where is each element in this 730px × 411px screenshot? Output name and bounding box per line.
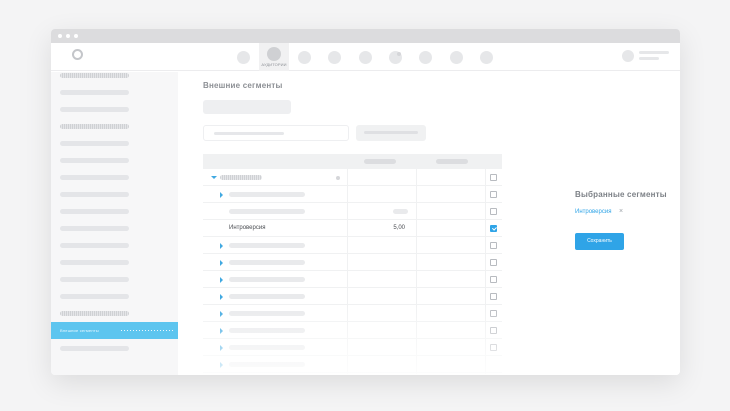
row-checkbox[interactable] (490, 208, 497, 215)
window-minimize-dot[interactable] (66, 34, 70, 38)
expand-icon[interactable] (220, 277, 223, 283)
sidebar-item[interactable] (60, 73, 129, 78)
window-close-dot[interactable] (58, 34, 62, 38)
window-titlebar (51, 29, 680, 43)
table-row[interactable] (203, 271, 502, 288)
sidebar-item[interactable] (60, 124, 129, 129)
sidebar-item[interactable] (60, 260, 129, 265)
sidebar-item[interactable] (60, 107, 129, 112)
expand-icon[interactable] (220, 260, 223, 266)
remove-segment-icon[interactable]: × (619, 208, 623, 215)
table-fade-overlay (203, 304, 502, 374)
search-button[interactable] (356, 125, 426, 141)
selected-segment-chip: Интроверсия (575, 209, 612, 215)
row-checkbox[interactable] (490, 276, 497, 283)
group-label (220, 175, 262, 180)
nav-item-label: АУДИТОРИИ (261, 62, 287, 67)
row-label (229, 260, 305, 265)
expand-icon[interactable] (220, 294, 223, 300)
nav-icon-3[interactable] (298, 51, 311, 64)
row-checkbox[interactable] (490, 293, 497, 300)
sidebar-item-label: Внешние сегменты (60, 328, 99, 333)
table-row[interactable] (203, 186, 502, 203)
nav-icon-8[interactable] (450, 51, 463, 64)
column-header[interactable] (436, 159, 468, 164)
nav-icon-1[interactable] (237, 51, 250, 64)
table-row-selected[interactable]: Интроверсия 5,00 (203, 220, 502, 237)
sidebar-item[interactable] (60, 158, 129, 163)
sidebar-item[interactable] (60, 277, 129, 282)
nav-icon-4[interactable] (328, 51, 341, 64)
audiences-icon (267, 47, 281, 61)
info-icon[interactable] (336, 176, 340, 180)
sidebar-item[interactable] (60, 226, 129, 231)
save-button[interactable]: Сохранить (575, 233, 624, 250)
row-checkbox[interactable] (490, 191, 497, 198)
sidebar-item[interactable] (60, 175, 129, 180)
table-row[interactable] (203, 237, 502, 254)
sidebar-item[interactable] (60, 346, 129, 351)
search-button-label (364, 131, 418, 134)
top-navigation: АУДИТОРИИ (51, 43, 680, 71)
table-row[interactable] (203, 203, 502, 220)
sidebar-item-dots (121, 330, 173, 331)
sidebar: Внешние сегменты (51, 72, 178, 375)
sidebar-item[interactable] (60, 311, 129, 316)
row-label: Интроверсия (229, 225, 266, 231)
sidebar-item[interactable] (60, 192, 129, 197)
row-checkbox[interactable] (490, 174, 497, 181)
sidebar-item[interactable] (60, 141, 129, 146)
logo[interactable] (59, 48, 85, 64)
row-checkbox[interactable] (490, 259, 497, 266)
user-avatar[interactable] (622, 50, 634, 62)
table-row[interactable] (203, 254, 502, 271)
filter-dropdown[interactable] (203, 100, 291, 114)
expand-icon[interactable] (220, 243, 223, 249)
row-value (393, 209, 408, 214)
segments-table: Интроверсия 5,00 (203, 154, 502, 374)
notification-badge (397, 52, 401, 56)
sidebar-item[interactable] (60, 243, 129, 248)
row-label (229, 294, 305, 299)
app-window: АУДИТОРИИ Внешние сегменты Внешние сегме… (51, 29, 680, 375)
main-content: Внешние сегменты Интроверсия 5,00 Выбран… (178, 72, 680, 375)
window-maximize-dot[interactable] (74, 34, 78, 38)
expand-icon[interactable] (220, 192, 223, 198)
row-value: 5,00 (393, 225, 405, 231)
row-checkbox-checked[interactable] (490, 225, 497, 232)
logo-target-icon (72, 49, 83, 60)
nav-icon-9[interactable] (480, 51, 493, 64)
user-name-placeholder (639, 51, 669, 54)
sidebar-item-external-segments[interactable]: Внешние сегменты (51, 322, 178, 339)
row-checkbox[interactable] (490, 242, 497, 249)
page-title: Внешние сегменты (203, 81, 283, 90)
search-input[interactable] (203, 125, 349, 141)
sidebar-item[interactable] (60, 90, 129, 95)
row-label (229, 192, 305, 197)
table-row[interactable] (203, 169, 502, 186)
nav-icon-7[interactable] (419, 51, 432, 64)
nav-item-audiences[interactable]: АУДИТОРИИ (259, 43, 289, 71)
search-placeholder (214, 132, 284, 135)
sidebar-item[interactable] (60, 209, 129, 214)
row-label (229, 209, 305, 214)
row-label (229, 277, 305, 282)
nav-icon-5[interactable] (359, 51, 372, 64)
table-header (203, 154, 502, 169)
selected-segments-title: Выбранные сегменты (575, 190, 667, 199)
table-row[interactable] (203, 288, 502, 305)
collapse-icon[interactable] (211, 176, 217, 179)
column-header[interactable] (364, 159, 396, 164)
sidebar-item[interactable] (60, 294, 129, 299)
row-label (229, 243, 305, 248)
user-role-placeholder (639, 57, 659, 60)
